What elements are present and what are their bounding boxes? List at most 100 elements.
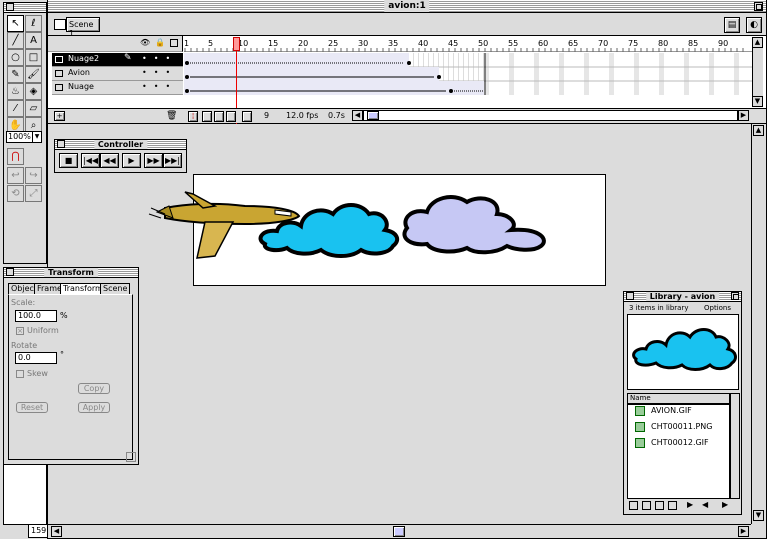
smooth-option-icon[interactable]: ↩ xyxy=(7,167,24,184)
current-frame: 9 xyxy=(264,111,270,120)
controller-titlebar[interactable]: Controller xyxy=(55,140,186,150)
playhead-marker[interactable] xyxy=(233,37,240,51)
eraser-tool-icon[interactable]: ▱ xyxy=(25,100,42,117)
rotate-input[interactable]: 0.0 xyxy=(15,352,57,364)
brush-tool-icon[interactable]: 🖌 xyxy=(25,66,42,83)
layer-row[interactable]: Nuage ••• xyxy=(52,81,183,95)
library-item[interactable]: CHT00012.GIF xyxy=(629,436,729,451)
scroll-right-icon[interactable]: ▶ xyxy=(722,500,728,509)
library-close[interactable] xyxy=(626,292,634,300)
outline-icon[interactable] xyxy=(170,39,178,47)
onion-skin-icon[interactable] xyxy=(202,111,212,122)
layer-state-dots[interactable]: ••• xyxy=(142,54,177,63)
apply-button[interactable]: Apply xyxy=(78,402,110,413)
step-back-button[interactable]: ◀◀ xyxy=(100,153,119,168)
timeline-scrollbar[interactable] xyxy=(363,110,738,121)
zoom-select[interactable]: 100% ▼ xyxy=(6,131,42,143)
fast-forward-button[interactable]: ▶▶| xyxy=(163,153,182,168)
copy-button[interactable]: Copy xyxy=(78,383,110,394)
stop-button[interactable]: ■ xyxy=(59,153,78,168)
timeline-scroll-right[interactable]: ▶ xyxy=(738,110,749,121)
play-button[interactable]: ▶ xyxy=(122,153,141,168)
straighten-option-icon[interactable]: ↪ xyxy=(25,167,42,184)
step-forward-button[interactable]: ▶▶ xyxy=(144,153,163,168)
timeline-vscroll-up[interactable]: ▲ xyxy=(752,37,763,48)
library-name-header[interactable]: Name xyxy=(627,393,730,404)
library-title: Library - avion xyxy=(645,292,720,301)
layer-state-dots[interactable]: ••• xyxy=(142,68,177,77)
pencil-tool-icon[interactable]: ✎ xyxy=(7,66,24,83)
lock-icon[interactable]: 🔒 xyxy=(155,38,165,47)
line-tool-icon[interactable]: ╱ xyxy=(7,32,24,49)
timeline-scroll-left[interactable]: ◀ xyxy=(352,110,363,121)
scale-option-icon[interactable]: ⤢ xyxy=(25,185,42,202)
rotate-option-icon[interactable]: ⟲ xyxy=(7,185,24,202)
frame-number: 85 xyxy=(688,39,699,48)
frame-number: 30 xyxy=(358,39,369,48)
status-zoom-box[interactable]: 159 xyxy=(28,524,48,538)
scene-tab[interactable]: Scene 1 xyxy=(66,17,100,38)
uniform-checkbox[interactable]: × xyxy=(16,327,24,335)
dropper-tool-icon[interactable]: ⁄ xyxy=(7,100,24,117)
edit-scene-icon[interactable]: ▤ xyxy=(724,17,740,33)
transform-titlebar[interactable]: Transform xyxy=(4,268,138,278)
oval-tool-icon[interactable]: ○ xyxy=(7,49,24,66)
controller-close[interactable] xyxy=(57,140,65,148)
layer-row[interactable]: Nuage2 ••• ✎ xyxy=(52,53,183,67)
library-titlebar[interactable]: Library - avion xyxy=(624,292,741,302)
rectangle-tool-icon[interactable]: □ xyxy=(25,49,42,66)
vscroll-up[interactable]: ▲ xyxy=(753,125,764,136)
skew-checkbox[interactable] xyxy=(16,370,24,378)
text-tool-icon[interactable]: A xyxy=(25,32,42,49)
play-icon[interactable]: ▶ xyxy=(687,500,693,509)
properties-icon[interactable] xyxy=(642,501,651,510)
library-zoom[interactable] xyxy=(731,292,739,300)
timeline-vscroll-down[interactable]: ▼ xyxy=(752,96,763,107)
window-zoom-button[interactable] xyxy=(754,2,763,11)
trash-icon[interactable]: 🗑 xyxy=(166,111,177,121)
lavender-cloud[interactable] xyxy=(402,195,546,255)
stage-hscroll[interactable]: ◀ ▶ xyxy=(48,524,751,538)
scale-input[interactable]: 100.0 xyxy=(15,310,57,322)
resize-grip-icon[interactable] xyxy=(126,452,136,462)
magnet-option-icon[interactable]: ⋂ xyxy=(7,148,24,165)
timeline-scroll-thumb[interactable] xyxy=(367,111,379,120)
edit-symbol-icon[interactable]: ◐ xyxy=(746,17,762,33)
layer-row[interactable]: Avion ••• xyxy=(52,67,183,81)
lasso-tool-icon[interactable]: ℓ xyxy=(25,15,42,32)
ink-bottle-icon[interactable]: ♨ xyxy=(7,83,24,100)
center-frame-icon[interactable]: ¦ xyxy=(188,111,198,122)
hscroll-right[interactable]: ▶ xyxy=(738,526,749,537)
new-symbol-icon[interactable] xyxy=(629,501,638,510)
transform-close[interactable] xyxy=(6,268,14,276)
eye-icon[interactable]: 👁 xyxy=(140,38,150,47)
add-layer-icon[interactable]: + xyxy=(54,111,65,121)
rewind-button[interactable]: |◀◀ xyxy=(81,153,100,168)
library-item[interactable]: AVION.GIF xyxy=(629,404,729,419)
toolbox-close[interactable] xyxy=(6,3,14,11)
timeline-vscroll-track[interactable] xyxy=(752,48,763,96)
library-item[interactable]: CHT00011.PNG xyxy=(629,420,729,435)
edit-multiple-icon[interactable] xyxy=(226,111,236,122)
frame-cells[interactable] xyxy=(184,53,752,95)
stage-vscroll[interactable]: ▲ ▼ xyxy=(751,124,766,524)
onion-outline-icon[interactable] xyxy=(214,111,224,122)
layer-state-dots[interactable]: ••• xyxy=(142,82,177,91)
folder-icon[interactable] xyxy=(655,501,664,510)
rotate-unit: ° xyxy=(60,350,64,359)
main-titlebar[interactable]: avion:1 xyxy=(48,0,766,13)
reset-button[interactable]: Reset xyxy=(16,402,48,413)
hscroll-thumb[interactable] xyxy=(393,526,405,537)
hscroll-left[interactable]: ◀ xyxy=(51,526,62,537)
onion-markers-icon[interactable] xyxy=(242,111,252,122)
scroll-left-icon[interactable]: ◀ xyxy=(702,500,708,509)
pencil-icon: ✎ xyxy=(124,53,132,63)
library-options[interactable]: Options xyxy=(704,304,731,312)
library-vscroll[interactable] xyxy=(730,393,740,499)
paint-bucket-icon[interactable]: ◈ xyxy=(25,83,42,100)
vscroll-down[interactable]: ▼ xyxy=(753,510,764,521)
library-trash-icon[interactable] xyxy=(668,501,677,510)
frame-number: 80 xyxy=(658,39,669,48)
status-zoom-value: 159 xyxy=(31,526,47,535)
arrow-tool-icon[interactable]: ↖ xyxy=(7,15,24,32)
